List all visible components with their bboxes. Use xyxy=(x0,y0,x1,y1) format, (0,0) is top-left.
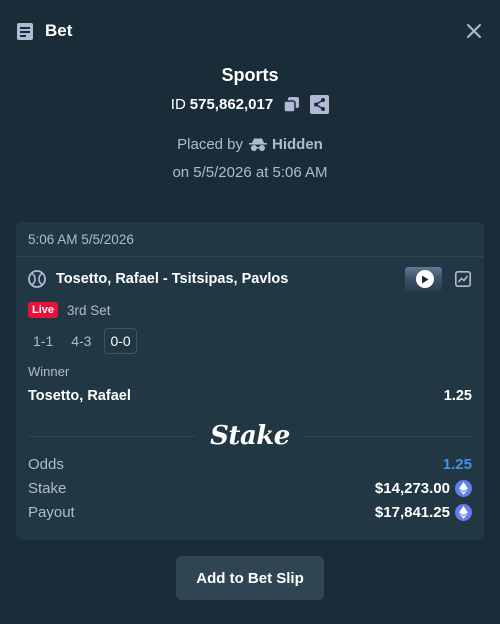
payout-amount: $17,841.25 xyxy=(374,503,472,521)
set-score-2: 4-3 xyxy=(71,333,92,349)
brand-divider: Stake xyxy=(28,420,473,452)
bet-id-row: ID 575,862,017 xyxy=(0,95,500,114)
tennis-icon xyxy=(28,270,46,288)
modal-title: Bet xyxy=(45,21,73,40)
hidden-user: Hidden xyxy=(249,136,323,153)
divider-line-right xyxy=(303,435,473,437)
odds-label: Odds xyxy=(28,455,64,473)
bet-id-value: 575,862,017 xyxy=(189,96,274,113)
bet-timestamp: 5:06 AM 5/5/2026 xyxy=(16,222,484,257)
payout-label: Payout xyxy=(28,503,75,521)
stake-row: Stake $14,273.00 xyxy=(28,476,472,500)
bet-modal: Bet Sports ID 575,862,017 Placed by Hidd… xyxy=(0,0,500,624)
hidden-user-label: Hidden xyxy=(272,136,323,153)
payout-value: $17,841.25 xyxy=(374,503,450,521)
outcome-odds: 1.25 xyxy=(443,388,472,404)
stake-value: $14,273.00 xyxy=(374,479,450,497)
play-icon xyxy=(416,270,434,288)
add-to-bet-slip-button[interactable]: Add to Bet Slip xyxy=(176,556,324,600)
odds-row: Odds 1.25 xyxy=(28,452,472,476)
stake-logo: Stake xyxy=(210,421,290,451)
divider-line-left xyxy=(28,435,197,437)
ethereum-icon xyxy=(455,503,472,521)
outcome-row: Tosetto, Rafael 1.25 xyxy=(28,388,472,404)
close-icon[interactable] xyxy=(464,21,484,41)
bet-summary: Sports ID 575,862,017 Placed by Hidden o… xyxy=(0,65,500,181)
bet-card: 5:06 AM 5/5/2026 Tosetto, Rafael - Tsits… xyxy=(16,222,484,540)
set-label: 3rd Set xyxy=(67,302,111,318)
sport-title: Sports xyxy=(221,65,279,85)
incognito-icon xyxy=(249,138,268,151)
stake-label: Stake xyxy=(28,479,67,497)
share-icon[interactable] xyxy=(310,95,330,114)
bet-slip-icon xyxy=(16,21,36,41)
copy-icon[interactable] xyxy=(283,96,300,113)
market-label: Winner xyxy=(28,364,70,379)
ethereum-icon xyxy=(455,479,472,497)
payout-row: Payout $17,841.25 xyxy=(28,500,472,524)
outcome-name: Tosetto, Rafael xyxy=(28,388,131,404)
odds-value: 1.25 xyxy=(442,455,472,473)
stats-icon[interactable] xyxy=(454,270,472,288)
live-badge: Live xyxy=(28,302,59,318)
current-game-score: 0-0 xyxy=(104,328,137,354)
live-stream-thumbnail[interactable] xyxy=(405,267,442,291)
score-row: 1-1 4-3 0-0 xyxy=(28,328,472,354)
bet-id-label: ID xyxy=(170,96,186,113)
placed-date: on 5/5/2026 at 5:06 AM xyxy=(172,164,328,181)
live-row: Live 3rd Set xyxy=(28,300,472,320)
match-row[interactable]: Tosetto, Rafael - Tsitsipas, Pavlos xyxy=(28,258,472,300)
stake-amount: $14,273.00 xyxy=(374,479,472,497)
placed-by-label: Placed by xyxy=(177,136,244,153)
match-name[interactable]: Tosetto, Rafael - Tsitsipas, Pavlos xyxy=(56,271,288,287)
placed-by-row: Placed by Hidden xyxy=(0,136,500,153)
set-score-1: 1-1 xyxy=(33,333,54,349)
modal-header: Bet xyxy=(0,0,500,62)
